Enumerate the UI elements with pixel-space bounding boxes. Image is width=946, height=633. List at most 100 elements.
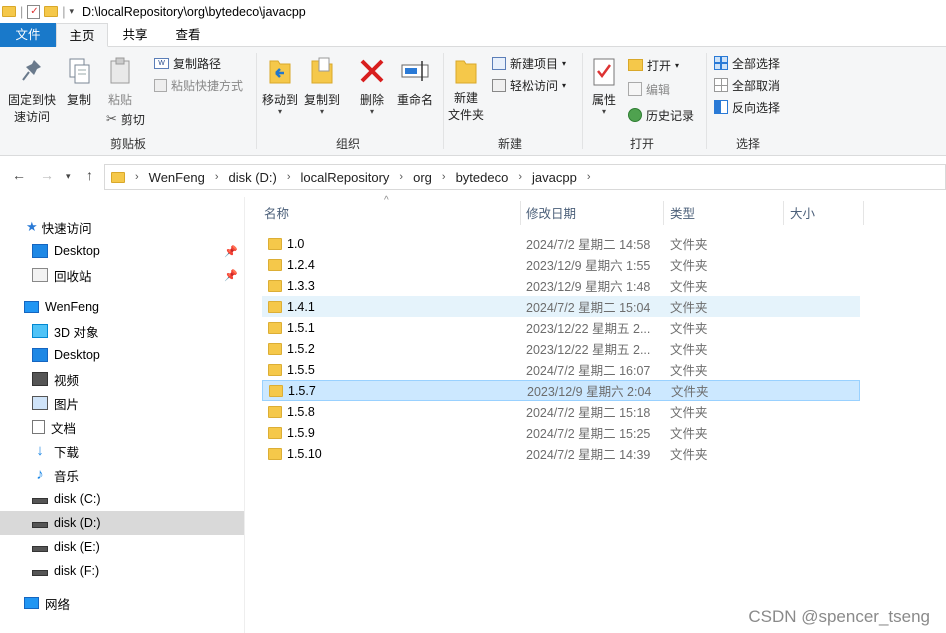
column-header-type[interactable]: 类型 — [670, 203, 695, 225]
file-date: 2024/7/2 星期二 16:07 — [526, 364, 651, 378]
column-divider[interactable] — [520, 201, 521, 225]
new-item-button[interactable]: 新建项目 ▾ — [492, 53, 566, 73]
tab-home[interactable]: 主页 — [56, 23, 108, 47]
table-row[interactable]: 1.0 2024/7/2 星期二 14:58 文件夹 — [262, 233, 860, 254]
open-button[interactable]: 打开 ▾ — [628, 55, 679, 75]
table-row[interactable]: 1.5.8 2024/7/2 星期二 15:18 文件夹 — [262, 401, 860, 422]
copy-to-icon — [311, 57, 333, 84]
file-name: 1.5.10 — [287, 446, 322, 461]
breadcrumb-wenfeng[interactable]: WenFeng — [149, 170, 205, 185]
nav-label: 音乐 — [54, 469, 80, 484]
recent-locations-chevron-icon[interactable]: ▾ — [66, 171, 71, 182]
back-arrow-icon[interactable]: ← — [12, 167, 26, 183]
tab-share[interactable]: 共享 — [108, 23, 162, 47]
table-row[interactable]: 1.4.1 2024/7/2 星期二 15:04 文件夹 — [262, 296, 860, 317]
breadcrumb-org[interactable]: org — [413, 170, 432, 185]
copy-path-button[interactable]: W 复制路径 — [154, 53, 221, 73]
nav-item-disk-c[interactable]: disk (C:) — [0, 487, 244, 511]
file-date: 2023/12/9 星期六 2:04 — [527, 385, 652, 399]
nav-item-disk-d[interactable]: disk (D:) — [0, 511, 244, 535]
file-name: 1.5.8 — [287, 404, 315, 419]
column-divider[interactable] — [663, 201, 664, 225]
dropdown-arrow-icon: ▾ — [562, 80, 567, 90]
breadcrumb-javacpp[interactable]: javacpp — [532, 170, 577, 185]
nav-item-quick-access[interactable]: ★ 快速访问 — [0, 215, 244, 239]
invert-selection-button[interactable]: 反向选择 — [714, 97, 780, 117]
file-type: 文件夹 — [670, 259, 708, 273]
tab-file[interactable]: 文件 — [0, 23, 56, 47]
breadcrumb-localrepository[interactable]: localRepository — [301, 170, 390, 185]
address-bar[interactable]: › WenFeng › disk (D:) › localRepository › or… — [104, 164, 946, 190]
folder-icon — [269, 384, 283, 397]
dropdown-arrow-icon: ▾ — [562, 58, 567, 68]
edit-button[interactable]: 编辑 — [628, 79, 670, 99]
folder-icon — [268, 405, 282, 418]
table-row[interactable]: 1.5.9 2024/7/2 星期二 15:25 文件夹 — [262, 422, 860, 443]
nav-item-downloads[interactable]: ↓ 下载 — [0, 439, 244, 463]
file-type: 文件夹 — [670, 343, 708, 357]
paste-label: 粘贴 — [107, 93, 132, 107]
forward-arrow-icon[interactable]: → — [40, 167, 54, 183]
paste-button[interactable]: 粘贴 — [102, 57, 138, 109]
table-row-selected[interactable]: 1.5.7 2023/12/9 星期六 2:04 文件夹 — [262, 380, 860, 401]
table-row[interactable]: 1.3.3 2023/12/9 星期六 1:48 文件夹 — [262, 275, 860, 296]
table-row[interactable]: 1.2.4 2023/12/9 星期六 1:55 文件夹 — [262, 254, 860, 275]
nav-item-disk-e[interactable]: disk (E:) — [0, 535, 244, 559]
tab-view[interactable]: 查看 — [162, 23, 214, 47]
nav-item-desktop-pinned[interactable]: Desktop 📌 — [0, 239, 244, 263]
nav-item-documents[interactable]: 文档 — [0, 415, 244, 439]
cut-button[interactable]: ✂ 剪切 — [106, 109, 145, 129]
pin-icon — [22, 60, 41, 81]
breadcrumb-bytedeco[interactable]: bytedeco — [456, 170, 509, 185]
rename-button[interactable]: 重命名 — [394, 55, 436, 109]
paste-shortcut-icon — [154, 78, 167, 92]
paste-shortcut-button[interactable]: 粘贴快捷方式 — [154, 75, 243, 95]
column-header-name[interactable]: 名称 — [264, 203, 289, 225]
nav-item-this-pc[interactable]: WenFeng — [0, 295, 244, 319]
customize-toolbar-icon[interactable]: ▾ — [70, 6, 75, 17]
breadcrumb-disk-d[interactable]: disk (D:) — [228, 170, 276, 185]
nav-item-pictures[interactable]: 图片 — [0, 391, 244, 415]
history-button[interactable]: 历史记录 — [628, 105, 694, 125]
nav-item-videos[interactable]: 视频 — [0, 367, 244, 391]
nav-item-disk-f[interactable]: disk (F:) — [0, 559, 244, 583]
table-row[interactable]: 1.5.10 2024/7/2 星期二 14:39 文件夹 — [262, 443, 860, 464]
new-folder-icon[interactable] — [44, 6, 59, 17]
select-all-button[interactable]: 全部选择 — [714, 53, 780, 73]
nav-item-recycle-bin[interactable]: 回收站 📌 — [0, 263, 244, 287]
folder-icon — [111, 171, 125, 183]
copy-button[interactable]: 复制 — [62, 57, 96, 109]
move-to-button[interactable]: 移动到 ▾ — [260, 55, 300, 116]
column-header-date[interactable]: 修改日期 — [526, 203, 576, 225]
table-row[interactable]: 1.5.5 2024/7/2 星期二 16:07 文件夹 — [262, 359, 860, 380]
properties-icon[interactable]: ✓ — [27, 4, 41, 19]
recycle-bin-icon — [32, 268, 48, 282]
pin-to-quick-access-button[interactable]: 固定到快 速访问 — [4, 57, 60, 126]
column-header-size[interactable]: 大小 — [790, 203, 815, 225]
breadcrumb-separator-icon: › — [214, 171, 219, 183]
quick-access-toolbar: | ✓ | ▾ — [0, 4, 75, 19]
easy-access-button[interactable]: 轻松访问 ▾ — [492, 75, 566, 95]
new-folder-button[interactable]: 新建 文件夹 — [446, 57, 486, 124]
nav-item-music[interactable]: ♪ 音乐 — [0, 463, 244, 487]
drive-icon — [32, 546, 48, 552]
nav-item-network[interactable]: 网络 — [0, 591, 244, 615]
folder-icon — [2, 6, 16, 17]
easy-access-icon — [492, 78, 506, 92]
table-row[interactable]: 1.5.1 2023/12/22 星期五 2... 文件夹 — [262, 317, 860, 338]
nav-item-desktop[interactable]: Desktop — [0, 343, 244, 367]
column-divider[interactable] — [783, 201, 784, 225]
desktop-icon — [32, 244, 48, 258]
table-row[interactable]: 1.5.2 2023/12/22 星期五 2... 文件夹 — [262, 338, 860, 359]
properties-button[interactable]: 属性 ▾ — [588, 57, 620, 116]
copy-to-button[interactable]: 复制到 ▾ — [302, 55, 342, 116]
ribbon: 固定到快 速访问 复制 粘贴 W 复制路径 粘贴快捷方式 ✂ 剪切 剪贴板 移动… — [0, 47, 946, 156]
column-divider[interactable] — [863, 201, 864, 225]
nav-item-3d-objects[interactable]: 3D 对象 — [0, 319, 244, 343]
delete-button[interactable]: 删除 ▾ — [356, 55, 388, 116]
sort-ascending-chevron-icon: ^ — [384, 195, 389, 206]
file-type: 文件夹 — [670, 280, 708, 294]
file-date: 2024/7/2 星期二 15:18 — [526, 406, 651, 420]
select-none-button[interactable]: 全部取消 — [714, 75, 780, 95]
up-arrow-icon[interactable]: ↑ — [86, 167, 93, 183]
